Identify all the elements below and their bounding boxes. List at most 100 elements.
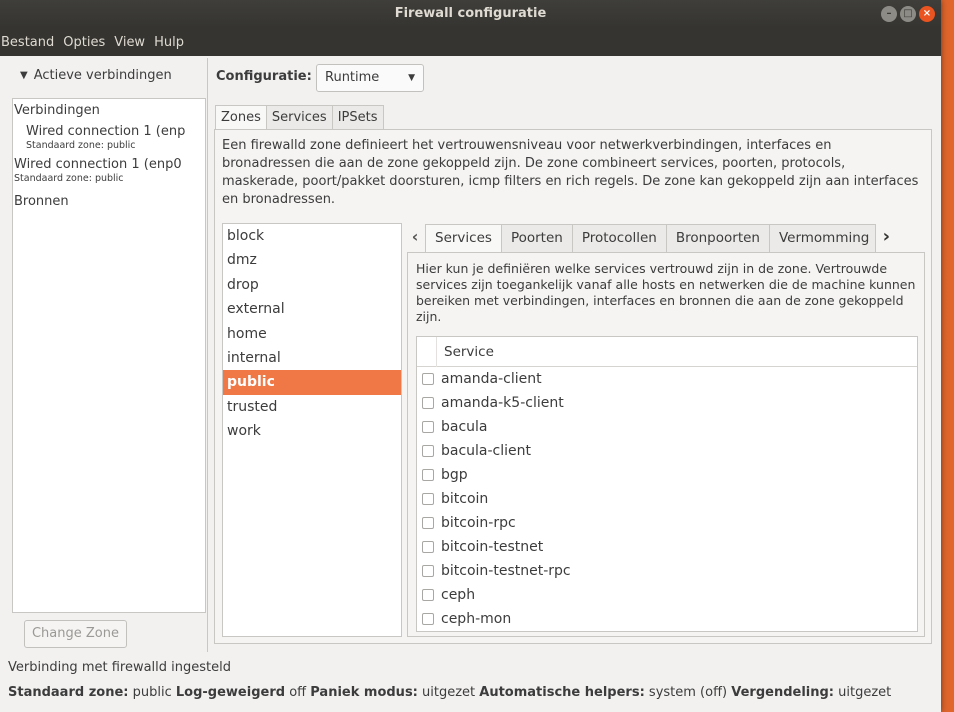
service-checkbox[interactable] bbox=[422, 469, 434, 481]
zone-item-drop[interactable]: drop bbox=[223, 273, 401, 297]
menu-opties[interactable]: Opties bbox=[63, 35, 105, 50]
tree-connection-2[interactable]: Wired connection 1 (enp0 bbox=[13, 152, 205, 173]
service-name: bacula-client bbox=[441, 443, 532, 459]
connection-status: Verbinding met firewalld ingesteld bbox=[8, 660, 231, 675]
service-row[interactable]: bacula bbox=[417, 415, 917, 439]
menu-bar: Bestand Opties View Hulp bbox=[0, 28, 941, 56]
subtab-services[interactable]: Services bbox=[425, 224, 502, 252]
log-denied-label: Log-geweigerd bbox=[175, 685, 286, 700]
service-column-header[interactable]: Service bbox=[444, 337, 494, 367]
default-zone-label: Standaard zone: bbox=[8, 685, 129, 700]
tab-services[interactable]: Services bbox=[265, 105, 333, 130]
configuration-select[interactable]: Runtime ▼ bbox=[316, 64, 424, 92]
chevron-left-icon[interactable]: ‹ bbox=[405, 224, 425, 252]
services-table[interactable]: Service amanda-client amanda-k5-client b… bbox=[416, 336, 918, 632]
tree-group-connections[interactable]: Verbindingen bbox=[13, 99, 205, 119]
service-checkbox[interactable] bbox=[422, 541, 434, 553]
tree-connection-1-zone: Standaard zone: public bbox=[26, 140, 136, 151]
zone-subtabs: ‹ Services Poorten Protocollen Bronpoort… bbox=[405, 224, 896, 252]
subtab-poorten[interactable]: Poorten bbox=[500, 224, 573, 252]
zone-item-trusted[interactable]: trusted bbox=[223, 395, 401, 419]
zone-item-external[interactable]: external bbox=[223, 297, 401, 321]
tab-zones[interactable]: Zones bbox=[215, 105, 267, 130]
minimize-icon[interactable]: – bbox=[881, 6, 897, 22]
service-name: ceph-mon bbox=[441, 611, 512, 627]
service-checkbox[interactable] bbox=[422, 493, 434, 505]
zone-item-internal[interactable]: internal bbox=[223, 346, 401, 370]
default-zone-value: public bbox=[132, 685, 172, 700]
maximize-icon[interactable]: □ bbox=[900, 6, 916, 22]
service-row[interactable]: bgp bbox=[417, 463, 917, 487]
panic-mode-label: Paniek modus: bbox=[310, 685, 418, 700]
title-bar: Firewall configuratie – □ × bbox=[0, 0, 941, 28]
service-name: bgp bbox=[441, 467, 468, 483]
panic-mode-value: uitgezet bbox=[422, 685, 476, 700]
service-name: bitcoin-testnet bbox=[441, 539, 544, 555]
service-checkbox[interactable] bbox=[422, 517, 434, 529]
service-name: amanda-k5-client bbox=[441, 395, 564, 411]
automatic-helpers-label: Automatische helpers: bbox=[479, 685, 645, 700]
service-checkbox[interactable] bbox=[422, 421, 434, 433]
main-tabs: Zones Services IPSets bbox=[215, 105, 384, 130]
firewall-window: Firewall configuratie – □ × Bestand Opti… bbox=[0, 0, 941, 712]
tree-connection-2-zone: Standaard zone: public bbox=[14, 173, 124, 184]
service-checkbox[interactable] bbox=[422, 445, 434, 457]
menu-hulp[interactable]: Hulp bbox=[154, 35, 184, 50]
service-row[interactable]: bacula-client bbox=[417, 439, 917, 463]
status-bar: Standaard zone: public Log-geweigerd off… bbox=[8, 684, 891, 702]
subtab-vermomming[interactable]: Vermomming bbox=[768, 224, 877, 252]
service-row[interactable]: bitcoin bbox=[417, 487, 917, 511]
expander-label: Actieve verbindingen bbox=[33, 68, 172, 83]
zone-item-public[interactable]: public bbox=[223, 370, 401, 395]
service-name: bitcoin bbox=[441, 491, 489, 507]
service-checkbox[interactable] bbox=[422, 589, 434, 601]
tree-group-sources[interactable]: Bronnen bbox=[13, 185, 205, 210]
service-row[interactable]: bitcoin-testnet-rpc bbox=[417, 559, 917, 583]
service-row[interactable]: bitcoin-testnet bbox=[417, 535, 917, 559]
close-icon[interactable]: × bbox=[919, 6, 935, 22]
services-table-header[interactable]: Service bbox=[417, 337, 917, 367]
tab-ipsets[interactable]: IPSets bbox=[331, 105, 384, 130]
chevron-down-icon: ▼ bbox=[20, 70, 28, 81]
service-name: bitcoin-testnet-rpc bbox=[441, 563, 571, 579]
configuration-value: Runtime bbox=[325, 70, 380, 85]
service-checkbox[interactable] bbox=[422, 373, 434, 385]
chevron-right-icon[interactable]: › bbox=[876, 224, 896, 252]
zone-item-block[interactable]: block bbox=[223, 224, 401, 248]
service-row[interactable]: ceph-mon bbox=[417, 607, 917, 631]
window-controls: – □ × bbox=[881, 6, 935, 22]
pane-divider[interactable] bbox=[207, 58, 208, 652]
service-row[interactable]: amanda-k5-client bbox=[417, 391, 917, 415]
service-row[interactable]: bitcoin-rpc bbox=[417, 511, 917, 535]
zone-item-work[interactable]: work bbox=[223, 419, 401, 443]
menu-view[interactable]: View bbox=[114, 35, 145, 50]
service-name: amanda-client bbox=[441, 371, 542, 387]
active-connections-expander[interactable]: ▼ Actieve verbindingen bbox=[12, 60, 206, 92]
change-zone-button[interactable]: Change Zone bbox=[24, 620, 127, 648]
zone-list[interactable]: block dmz drop external home internal pu… bbox=[222, 223, 402, 637]
zone-item-dmz[interactable]: dmz bbox=[223, 248, 401, 272]
subtab-protocollen[interactable]: Protocollen bbox=[571, 224, 667, 252]
service-checkbox[interactable] bbox=[422, 613, 434, 625]
automatic-helpers-value: system (off) bbox=[648, 685, 728, 700]
log-denied-value: off bbox=[289, 685, 307, 700]
column-separator bbox=[436, 337, 437, 367]
menu-bestand[interactable]: Bestand bbox=[1, 35, 54, 50]
zone-item-home[interactable]: home bbox=[223, 322, 401, 346]
service-name: bitcoin-rpc bbox=[441, 515, 516, 531]
service-checkbox[interactable] bbox=[422, 565, 434, 577]
service-checkbox[interactable] bbox=[422, 397, 434, 409]
tree-connection-1[interactable]: Wired connection 1 (enp bbox=[13, 119, 205, 140]
configuration-label: Configuratie: bbox=[216, 69, 312, 84]
service-name: bacula bbox=[441, 419, 488, 435]
service-row[interactable]: amanda-client bbox=[417, 367, 917, 391]
zone-description: Een firewalld zone definieert het vertro… bbox=[222, 138, 919, 207]
lockdown-label: Vergendeling: bbox=[731, 685, 834, 700]
subtab-bronpoorten[interactable]: Bronpoorten bbox=[665, 224, 770, 252]
connections-tree[interactable]: Verbindingen Wired connection 1 (enp Sta… bbox=[12, 98, 206, 613]
service-row[interactable]: ceph bbox=[417, 583, 917, 607]
services-description: Hier kun je definiëren welke services ve… bbox=[416, 261, 916, 324]
dropdown-arrow-icon: ▼ bbox=[408, 73, 415, 83]
lockdown-value: uitgezet bbox=[838, 685, 892, 700]
service-name: ceph bbox=[441, 587, 476, 603]
